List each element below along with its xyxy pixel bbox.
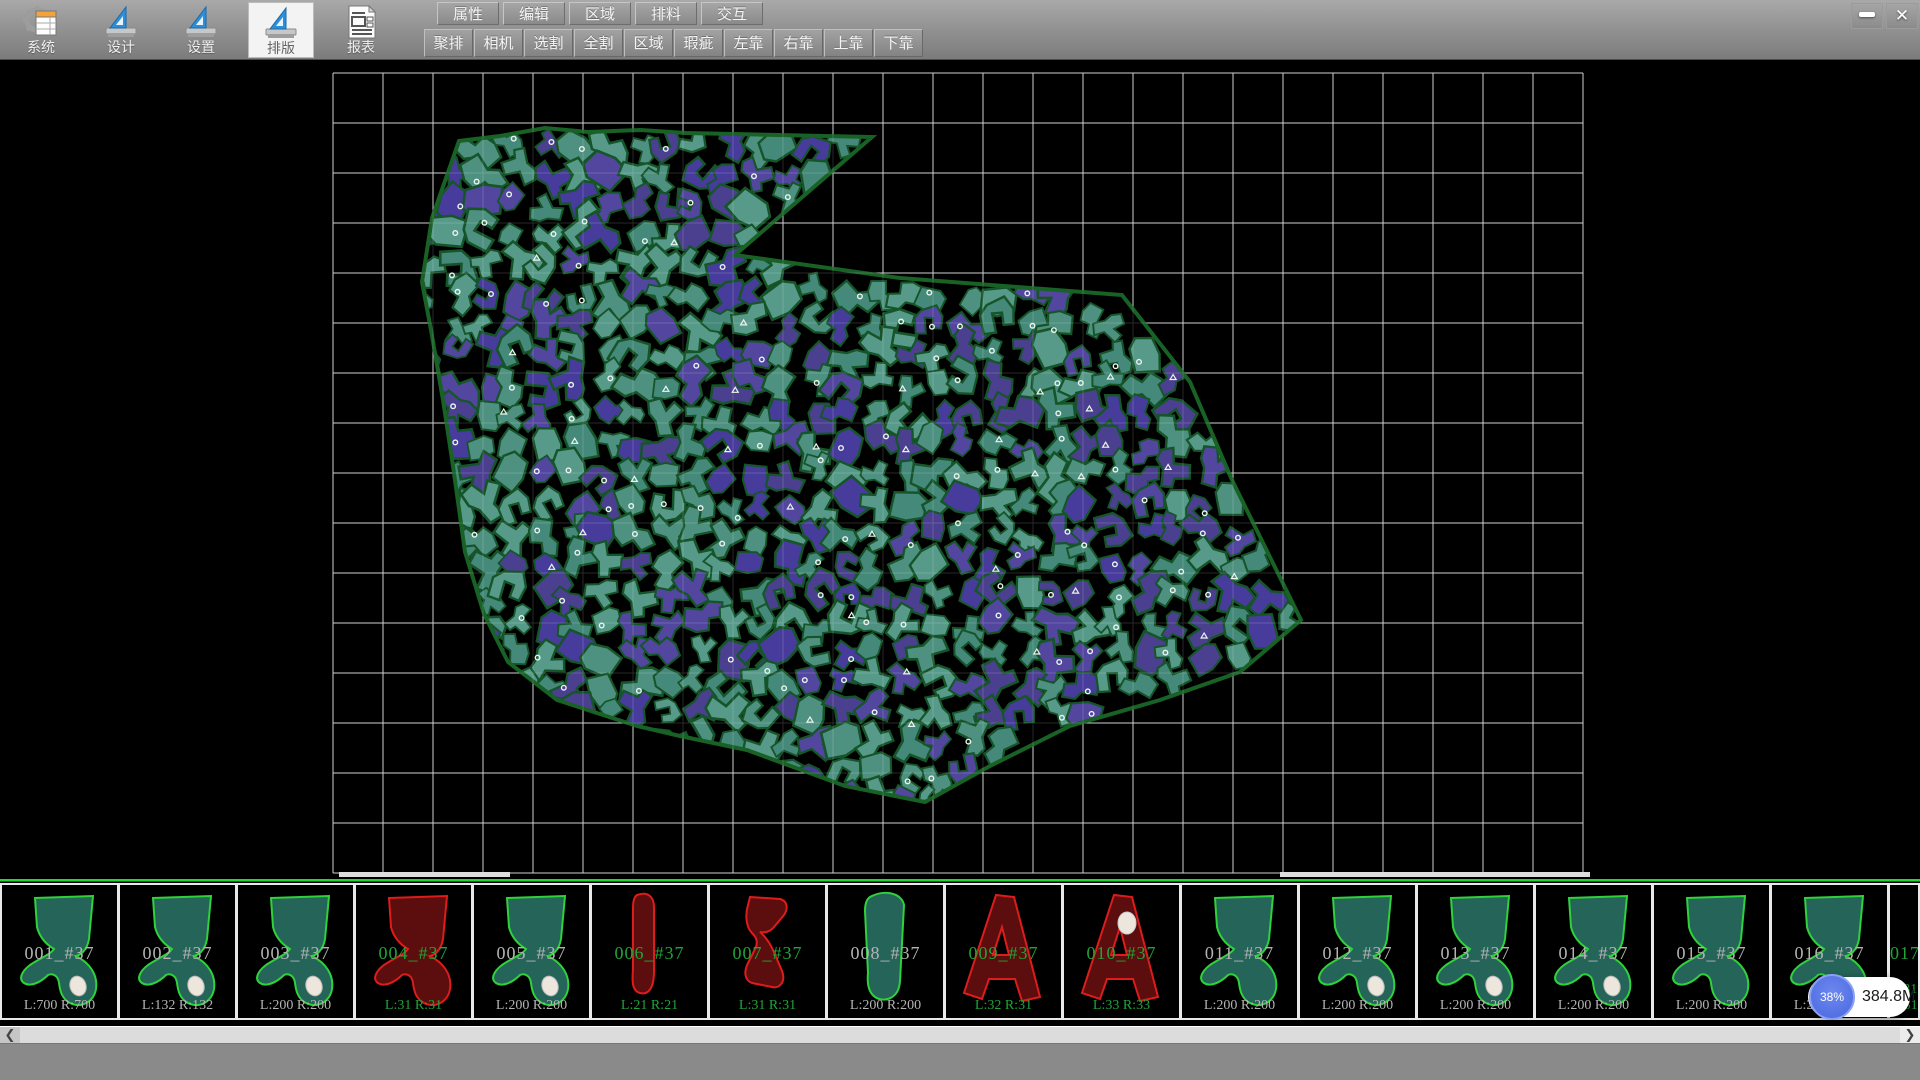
thumbnail-cell[interactable]: 013_#37 L:200 R:200 xyxy=(1416,883,1534,1020)
piece-label: 008_#37 xyxy=(828,943,943,964)
piece-metrics: L:200 R:200 xyxy=(1418,998,1533,1014)
thumbnail-cell[interactable]: 007_#37 L:31 R:31 xyxy=(708,883,826,1020)
report-icon xyxy=(343,5,379,39)
thumbnail-cell[interactable]: 012_#37 L:200 R:200 xyxy=(1298,883,1416,1020)
main-button-label: 排版 xyxy=(249,40,313,56)
set-square-icon xyxy=(263,6,299,40)
thumbnail-cell[interactable]: 001_#37 L:700 R:700 xyxy=(0,883,118,1020)
thumbnail-cell[interactable]: 003_#37 L:200 R:200 xyxy=(236,883,354,1020)
piece-label: 006_#37 xyxy=(592,943,707,964)
piece-metrics: L:31 R:31 xyxy=(710,998,825,1014)
main-button-nesting[interactable]: 排版 xyxy=(248,2,314,58)
nesting-canvas[interactable] xyxy=(0,60,1920,879)
menu-item-nesting[interactable]: 排料 xyxy=(635,2,697,25)
main-button-label: 报表 xyxy=(328,39,394,55)
piece-label: 011_#37 xyxy=(1182,943,1297,964)
piece-label: 004_#37 xyxy=(356,943,471,964)
main-button-label: 系统 xyxy=(8,39,74,55)
tool-button-align-left[interactable]: 左靠 xyxy=(724,29,773,57)
piece-metrics: L:200 R:200 xyxy=(474,998,589,1014)
thumbnail-cell[interactable]: 011_#37 L:200 R:200 xyxy=(1180,883,1298,1020)
piece-metrics: L:33 R:33 xyxy=(1064,998,1179,1014)
tool-button-align-bottom[interactable]: 下靠 xyxy=(874,29,923,57)
piece-metrics: L:700 R:700 xyxy=(2,998,117,1014)
piece-label: 014_#37 xyxy=(1536,943,1651,964)
piece-metrics: L:200 R:200 xyxy=(1536,998,1651,1014)
thumbnail-cell[interactable]: 009_#37 L:32 R:31 xyxy=(944,883,1062,1020)
tool-button-defect[interactable]: 瑕疵 xyxy=(674,29,723,57)
menu-item-edit[interactable]: 编辑 xyxy=(503,2,565,25)
main-button-settings[interactable]: 设置 xyxy=(168,2,234,58)
piece-label: 001_#37 xyxy=(2,943,117,964)
scroll-right-arrow-icon[interactable]: ❯ xyxy=(1900,1027,1920,1043)
thumbnail-cell[interactable]: 010_#37 L:33 R:33 xyxy=(1062,883,1180,1020)
thumbnail-cell[interactable]: 015_#37 L:200 R:200 xyxy=(1652,883,1770,1020)
piece-metrics: L:200 R:200 xyxy=(1654,998,1769,1014)
piece-label: 009_#37 xyxy=(946,943,1061,964)
piece-metrics: L:132 R:132 xyxy=(120,998,235,1014)
piece-metrics: L:200 R:200 xyxy=(238,998,353,1014)
tool-button-camera[interactable]: 相机 xyxy=(474,29,523,57)
bottom-status-bar xyxy=(0,1043,1920,1080)
horizontal-scrollbar[interactable]: ❮ ❯ xyxy=(0,1026,1920,1043)
piece-metrics: L:200 R:200 xyxy=(1300,998,1415,1014)
piece-label: 007_#37 xyxy=(710,943,825,964)
app-window: { "window": { "controls": { "minimize": … xyxy=(0,0,1920,1080)
gear-table-icon xyxy=(23,5,59,39)
thumbnail-cell[interactable]: 005_#37 L:200 R:200 xyxy=(472,883,590,1020)
piece-metrics: L:200 R:200 xyxy=(1182,998,1297,1014)
menu-item-properties[interactable]: 属性 xyxy=(437,2,499,25)
piece-label: 002_#37 xyxy=(120,943,235,964)
piece-label: 012_#37 xyxy=(1300,943,1415,964)
piece-thumbnail-strip: 001_#37 L:700 R:700 002_#37 L:132 R:132 … xyxy=(0,883,1920,1020)
usage-percent-badge: 38% xyxy=(1809,974,1855,1020)
piece-label: 016_#37 xyxy=(1772,943,1887,964)
thumbnail-cell[interactable]: 014_#37 L:200 R:200 xyxy=(1534,883,1652,1020)
piece-metrics: L:32 R:31 xyxy=(946,998,1061,1014)
strip-separator xyxy=(0,879,1920,882)
main-button-label: 设置 xyxy=(168,39,234,55)
thumbnail-cell[interactable]: 002_#37 L:132 R:132 xyxy=(118,883,236,1020)
piece-label: 003_#37 xyxy=(238,943,353,964)
tool-button-area[interactable]: 区域 xyxy=(624,29,673,57)
close-icon: ✕ xyxy=(1895,6,1909,25)
piece-label: 010_#37 xyxy=(1064,943,1179,964)
tool-button-align-top[interactable]: 上靠 xyxy=(824,29,873,57)
tool-button-align-right[interactable]: 右靠 xyxy=(774,29,823,57)
main-button-system[interactable]: 系统 xyxy=(8,2,74,58)
main-button-report[interactable]: 报表 xyxy=(328,2,394,58)
tool-button-select-cut[interactable]: 选割 xyxy=(524,29,573,57)
piece-label: 013_#37 xyxy=(1418,943,1533,964)
main-button-design[interactable]: 设计 xyxy=(88,2,154,58)
thumbnail-cell[interactable]: 006_#37 L:21 R:21 xyxy=(590,883,708,1020)
tool-button-cut-all[interactable]: 全割 xyxy=(574,29,623,57)
close-button[interactable]: ✕ xyxy=(1886,3,1918,29)
menu-item-interactive[interactable]: 交互 xyxy=(701,2,763,25)
piece-metrics: L:31 R:31 xyxy=(356,998,471,1014)
minimize-icon xyxy=(1859,12,1875,17)
set-square-icon xyxy=(103,5,139,39)
thumbnail-cell[interactable]: 004_#37 L:31 R:31 xyxy=(354,883,472,1020)
piece-label: 005_#37 xyxy=(474,943,589,964)
thumbnail-cell[interactable]: 008_#37 L:200 R:200 xyxy=(826,883,944,1020)
main-button-label: 设计 xyxy=(88,39,154,55)
memory-value: 384.8M xyxy=(1862,977,1915,1017)
menu-item-region[interactable]: 区域 xyxy=(569,2,631,25)
set-square-icon xyxy=(183,5,219,39)
nesting-drawing xyxy=(0,60,1920,879)
main-toolbar: 系统 设计 设置 排版 xyxy=(0,0,1920,60)
piece-metrics: L:21 R:21 xyxy=(592,998,707,1014)
piece-metrics: L:200 R:200 xyxy=(828,998,943,1014)
tool-button-cluster[interactable]: 聚排 xyxy=(424,29,473,57)
memory-status-badge: 38% 384.8M xyxy=(1808,977,1910,1017)
minimize-button[interactable] xyxy=(1851,3,1883,29)
piece-label: 015_#37 xyxy=(1654,943,1769,964)
scroll-left-arrow-icon[interactable]: ❮ xyxy=(0,1027,20,1043)
piece-label: 017_#37 xyxy=(1890,943,1918,964)
